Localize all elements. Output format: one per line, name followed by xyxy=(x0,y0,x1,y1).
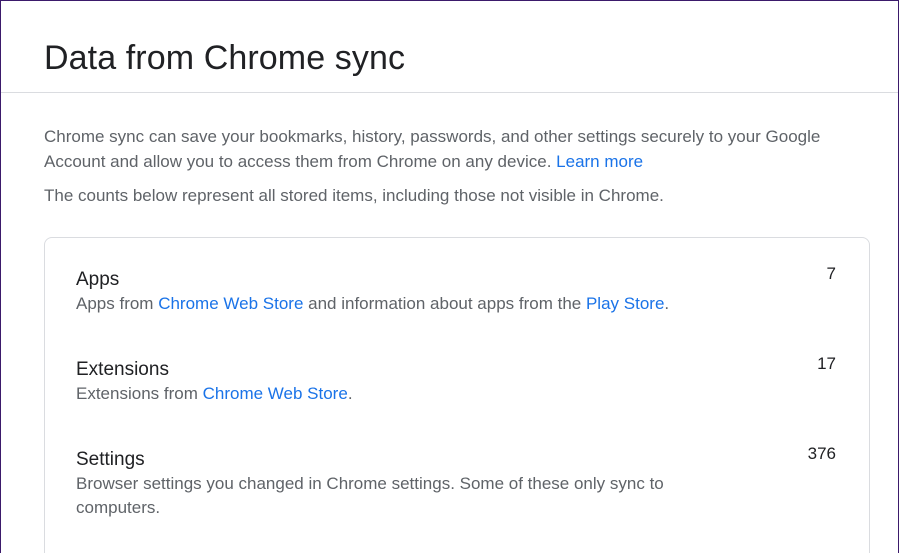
row-desc-apps: Apps from Chrome Web Store and informati… xyxy=(76,292,716,316)
count-settings: 376 xyxy=(807,444,836,463)
intro-body: Chrome sync can save your bookmarks, his… xyxy=(44,127,821,171)
row-desc-settings: Browser settings you changed in Chrome s… xyxy=(76,474,664,517)
main-content: Chrome sync can save your bookmarks, his… xyxy=(1,124,898,208)
row-desc-extensions: Extensions from Chrome Web Store. xyxy=(76,382,716,406)
row-name-settings: Settings xyxy=(76,449,145,470)
page-header: Data from Chrome sync xyxy=(1,1,898,93)
row-name-apps: Apps xyxy=(76,269,120,290)
desc-text: Apps from xyxy=(76,294,159,313)
learn-more-link[interactable]: Learn more xyxy=(556,152,643,171)
app-window: Data from Chrome sync Chrome sync can sa… xyxy=(0,0,899,553)
count-apps: 7 xyxy=(826,264,836,283)
play-store-link[interactable]: Play Store xyxy=(586,294,664,313)
count-extensions: 17 xyxy=(817,354,836,373)
desc-text: and information about apps from the xyxy=(303,294,586,313)
desc-text: Extensions from xyxy=(76,384,203,403)
data-row-extensions: Extensions Extensions from Chrome Web St… xyxy=(76,354,836,406)
data-row-apps: Apps Apps from Chrome Web Store and info… xyxy=(76,264,836,316)
chrome-web-store-link[interactable]: Chrome Web Store xyxy=(203,384,348,403)
intro-text: Chrome sync can save your bookmarks, his… xyxy=(44,124,864,174)
sync-data-card: Apps Apps from Chrome Web Store and info… xyxy=(44,237,870,553)
desc-text: . xyxy=(347,384,353,403)
counts-note: The counts below represent all stored it… xyxy=(44,186,664,205)
page-title: Data from Chrome sync xyxy=(44,39,406,77)
desc-text: . xyxy=(664,294,670,313)
chrome-web-store-link[interactable]: Chrome Web Store xyxy=(158,294,303,313)
data-row-settings: Settings Browser settings you changed in… xyxy=(76,444,836,520)
row-name-extensions: Extensions xyxy=(76,359,169,380)
